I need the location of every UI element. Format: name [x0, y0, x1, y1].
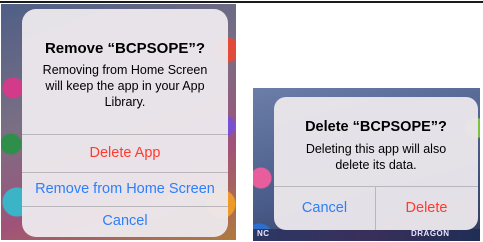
delete-app-button[interactable]: Delete App [22, 134, 228, 172]
top-divider-line [0, 1, 483, 3]
delete-alert-title: Delete “BCPSOPE”? [305, 119, 447, 135]
remove-sheet-message-line: Removing from Home Screen [42, 63, 208, 77]
strip-text-right: DRAGON [411, 229, 450, 238]
remove-sheet-message-line: will keep the app in your App [45, 79, 205, 93]
home-screen-background-right: NC DRAGON Delete “BCPSOPE”? Deleting thi… [253, 88, 480, 241]
remove-sheet-message: Removing from Home Screen will keep the … [22, 62, 228, 110]
alert-delete-button[interactable]: Delete [376, 186, 477, 230]
delete-app-alert: Delete “BCPSOPE”? Deleting this app will… [274, 97, 478, 230]
strip-text-left: NC [257, 229, 270, 238]
remove-app-sheet: Remove “BCPSOPE”? Removing from Home Scr… [22, 9, 228, 237]
delete-alert-message: Deleting this app will also delete its d… [274, 141, 478, 173]
home-screen-background-left: Remove “BCPSOPE”? Removing from Home Scr… [1, 4, 236, 240]
remove-sheet-message-line: Library. [104, 95, 146, 109]
alert-cancel-button[interactable]: Cancel [274, 186, 375, 230]
delete-alert-message-line: Deleting this app will also [305, 142, 447, 156]
cancel-button[interactable]: Cancel [22, 206, 228, 237]
app-icon-label-strip: NC DRAGON [253, 229, 480, 241]
remove-from-home-screen-button[interactable]: Remove from Home Screen [22, 172, 228, 206]
delete-alert-message-line: delete its data. [335, 158, 417, 172]
remove-sheet-title: Remove “BCPSOPE”? [44, 40, 206, 57]
